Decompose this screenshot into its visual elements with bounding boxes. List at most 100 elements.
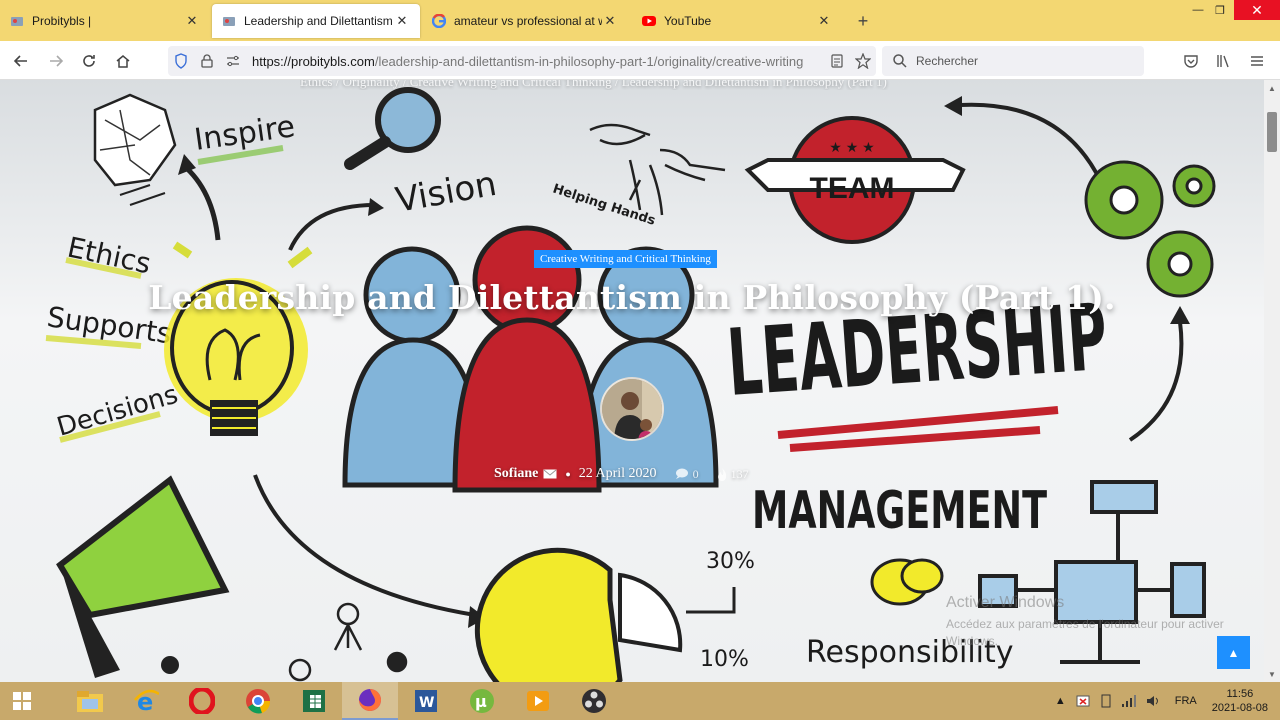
taskbar-firefox[interactable] [342,682,398,720]
decisions-word: Decisions [54,380,182,443]
author-name[interactable]: Sofiane [494,466,538,482]
svg-text:★ ★ ★: ★ ★ ★ [829,139,874,155]
magnifier-icon [344,87,441,170]
tray-device-icon[interactable] [1100,694,1112,708]
comments-count[interactable]: 0 [675,467,699,482]
tab-title: YouTube [664,14,712,28]
bookmark-star-icon[interactable] [850,46,876,76]
home-icon [116,55,130,68]
clock-time: 11:56 [1226,688,1254,700]
url-domain: https://probitybls.com [252,53,375,69]
forward-button[interactable] [45,50,67,72]
windows-taskbar: e W µ ▲ FRA 11:56 2021-08-08 [0,682,1280,720]
excel-icon [303,690,325,712]
word-icon: W [415,690,437,712]
address-bar[interactable]: https://probitybls.com/leadership-and-di… [168,46,876,76]
scrollbar-thumb[interactable] [1267,112,1277,152]
scroll-up-arrow-icon[interactable]: ▲ [1264,80,1280,96]
probitybls-favicon-icon [10,14,24,28]
reload-button[interactable] [78,50,100,72]
internet-explorer-icon: e [134,688,159,714]
percent-10-label: 10% [700,647,749,672]
close-window-button[interactable]: ✕ [1234,0,1280,20]
envelope-icon[interactable] [543,469,557,479]
flame-icon [717,467,726,481]
tab-probitybls[interactable]: Probitybls | ✕ [0,4,210,38]
category-badge[interactable]: Creative Writing and Critical Thinking [534,250,717,268]
views-value: 137 [730,466,749,481]
vision-word: Vision [393,164,500,221]
taskbar-excel[interactable] [286,682,342,720]
megaphone-icon [56,475,230,678]
speech-bubbles-icon [870,558,944,606]
back-to-top-button[interactable]: ▲ [1217,636,1250,669]
permissions-icon[interactable] [220,46,246,76]
clock-date: 2021-08-08 [1211,702,1268,714]
back-button[interactable] [10,50,32,72]
restore-button[interactable]: ❐ [1206,0,1234,20]
search-bar[interactable]: Rechercher [882,46,1144,76]
tray-chevron-up-icon[interactable]: ▲ [1055,695,1066,707]
shield-icon[interactable] [168,46,194,76]
person-doodle-icon [288,602,408,682]
home-button[interactable] [112,50,134,72]
library-icon [1217,55,1229,68]
crumpled-paper-icon [93,93,177,187]
new-tab-button[interactable]: + [852,10,874,32]
helping-hands-word: Helping Hands [551,182,658,229]
post-title: Leadership and Dilettantism in Philosoph… [148,278,1116,317]
tab-leadership[interactable]: Leadership and Dilettantism in P ✕ [212,4,420,38]
management-word: MANAGEMENT [752,481,1047,541]
comment-icon [675,468,688,479]
author-avatar[interactable] [600,377,664,441]
opera-icon [189,688,215,714]
watermark-line1: Activer Windows [946,594,1065,611]
reload-icon [83,55,95,67]
taskbar-opera[interactable] [174,682,230,720]
hamburger-menu-icon [1251,56,1263,66]
utorrent-icon: µ [470,689,494,713]
page-scrollbar[interactable]: ▲ ▼ [1264,80,1280,682]
url-path: /leadership-and-dilettantism-in-philosop… [374,53,804,69]
tab-youtube[interactable]: YouTube ✕ [632,4,842,38]
input-language[interactable]: FRA [1175,695,1197,707]
close-tab-icon[interactable]: ✕ [602,13,618,29]
volume-icon[interactable] [1146,695,1160,707]
taskbar-clock[interactable]: 11:56 2021-08-08 [1212,687,1268,715]
taskbar-utorrent[interactable]: µ [454,682,510,720]
close-tab-icon[interactable]: ✕ [394,13,410,29]
firefox-icon [359,689,381,711]
close-tab-icon[interactable]: ✕ [816,13,832,29]
forward-arrow-icon [50,55,64,67]
reader-view-icon[interactable] [824,46,850,76]
start-button[interactable] [0,682,44,720]
taskbar-chrome[interactable] [230,682,286,720]
pocket-button[interactable] [1180,50,1202,72]
svg-text:W: W [419,695,434,711]
probitybls-favicon-icon [222,14,236,28]
watermark-line2: Accédez aux paramètres de l'ordinateur p… [946,617,1224,648]
team-word: TEAM [810,172,895,205]
search-placeholder: Rechercher [916,54,979,68]
taskbar-internet-explorer[interactable]: e [118,682,174,720]
network-signal-icon[interactable] [1121,695,1136,707]
taskbar-media-player[interactable] [510,682,566,720]
taskbar-file-explorer[interactable] [62,682,118,720]
close-tab-icon[interactable]: ✕ [184,13,200,29]
tab-title: Probitybls | [32,14,92,28]
menu-button[interactable] [1246,50,1268,72]
comments-value: 0 [692,466,699,481]
taskbar-obs[interactable] [566,682,622,720]
url-text[interactable]: https://probitybls.com/leadership-and-di… [252,54,824,69]
gears-icon [1084,160,1216,298]
svg-text:µ: µ [475,692,487,711]
tray-security-icon[interactable] [1076,694,1090,708]
lock-icon[interactable] [194,46,220,76]
taskbar-word[interactable]: W [398,682,454,720]
post-meta: Sofiane ● 22 April 2020 0 137 [494,466,749,482]
scroll-down-arrow-icon[interactable]: ▼ [1264,666,1280,682]
percent-30-label: 30% [706,549,755,574]
tab-google-search[interactable]: amateur vs professional at work ✕ [422,4,628,38]
obs-icon [582,689,606,713]
library-button[interactable] [1213,50,1235,72]
